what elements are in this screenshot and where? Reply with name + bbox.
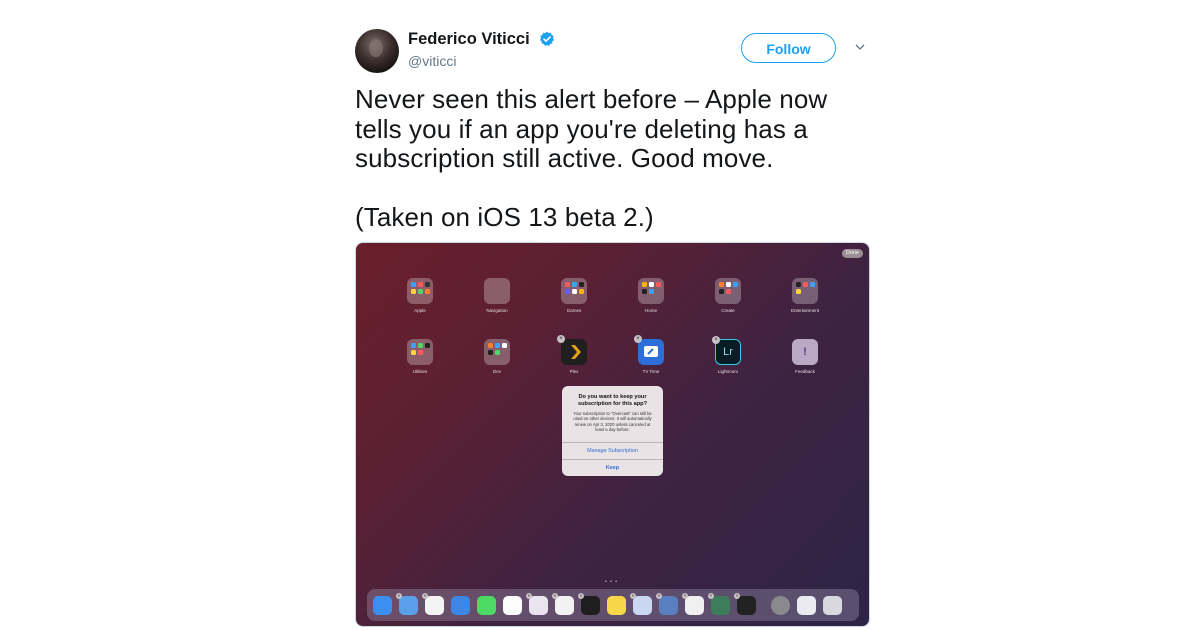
plex-icon: × [557, 335, 587, 365]
folder-icon [715, 278, 741, 304]
folder-icon [484, 339, 510, 365]
feedback-glyph: ! [803, 346, 807, 358]
author-name[interactable]: Federico Viticci [408, 30, 530, 48]
ipad-folder-games: Games [554, 278, 594, 313]
app-library-icon [823, 596, 842, 615]
photos-icon [503, 596, 522, 615]
app-label: Dev [492, 369, 501, 374]
mail-icon [451, 596, 470, 615]
ipad-folder-dev: Dev [477, 339, 517, 374]
tweet-text-paragraph-2: (Taken on iOS 13 beta 2.) [355, 202, 654, 232]
tweet-text-paragraph-1: Never seen this alert before – Apple now… [355, 84, 828, 173]
grid-app-icon: × [708, 593, 730, 615]
app-label: Home [644, 308, 657, 313]
folder-icon [484, 278, 510, 304]
folder-icon [638, 278, 664, 304]
tweet-media-screenshot[interactable]: Done Apple Navigation Games Home Create … [355, 242, 870, 627]
folder-icon [561, 278, 587, 304]
app-label: Lightroom [717, 369, 738, 374]
delete-badge-icon: × [712, 336, 720, 344]
app-label: Navigation [486, 308, 508, 313]
files-icon: × [396, 593, 418, 615]
tweet-text: Never seen this alert before – Apple now… [355, 84, 870, 233]
delete-badge-icon: × [396, 593, 402, 599]
app-label: TV Time [642, 369, 660, 374]
safari-icon [373, 596, 392, 615]
app-label: Feedback [795, 369, 815, 374]
folder-icon [407, 339, 433, 365]
delete-badge-icon: × [422, 593, 428, 599]
folder-icon [792, 278, 818, 304]
delete-badge-icon: × [578, 593, 584, 599]
app-label: Create [721, 308, 735, 313]
ipad-app-tv-time: × TV Time [631, 335, 671, 374]
app-label: Apple [414, 308, 426, 313]
ipad-done-button: Done [841, 249, 863, 258]
delete-badge-icon: × [634, 335, 642, 343]
delete-badge-icon: × [682, 593, 688, 599]
ipad-folder-create: Create [708, 278, 748, 313]
tv-time-icon: × [634, 335, 664, 365]
subscription-alert-dialog: Do you want to keep your subscription fo… [562, 386, 663, 476]
notes-icon [607, 596, 626, 615]
avatar[interactable] [355, 29, 399, 73]
settings-icon [771, 596, 790, 615]
slack-icon: × [526, 593, 548, 615]
delete-badge-icon: × [557, 335, 565, 343]
ipad-app-plex: × Plex [554, 335, 594, 374]
delete-badge-icon: × [708, 593, 714, 599]
app-label: Utilities [412, 369, 428, 374]
app-label: Plex [569, 369, 579, 374]
delete-badge-icon: × [656, 593, 662, 599]
app-label: Games [566, 308, 582, 313]
author-name-row[interactable]: Federico Viticci [408, 30, 555, 49]
reminders-icon: × [422, 593, 444, 615]
ipad-folder-entertainment: Entertainment [785, 278, 825, 313]
chevron-down-icon[interactable] [855, 42, 865, 52]
timer-icon: × [682, 593, 704, 615]
lightroom-glyph: Lr [723, 346, 733, 358]
follow-button[interactable]: Follow [741, 33, 836, 63]
delete-badge-icon: × [734, 593, 740, 599]
verified-badge-icon [540, 31, 555, 46]
ipad-folder-home: Home [631, 278, 671, 313]
page-indicator: • • • [605, 579, 619, 585]
app-store-icon: × [656, 593, 678, 615]
lightroom-icon: Lr × [712, 336, 741, 365]
ipad-folder-utilities: Utilities [400, 339, 440, 374]
ipad-dock: × × × × × × × × × × [367, 589, 859, 621]
dark-app-icon: × [734, 593, 756, 615]
alert-message: Your subscription to "Overcast" can stil… [573, 411, 652, 432]
scriptable-icon: × [578, 593, 600, 615]
ipad-app-lightroom: Lr × Lightroom [708, 336, 748, 374]
messages-icon [477, 596, 496, 615]
keep-button: Keep [562, 459, 663, 476]
delete-badge-icon: × [552, 593, 558, 599]
ipad-folder-apple: Apple [400, 278, 440, 313]
delete-badge-icon: × [526, 593, 532, 599]
delete-badge-icon: × [630, 593, 636, 599]
app-label: Entertainment [790, 308, 819, 313]
shortcuts-icon: × [630, 593, 652, 615]
testflight-icon [797, 596, 816, 615]
feedback-icon: ! [792, 339, 818, 365]
author-handle[interactable]: @viticci [408, 53, 456, 69]
ia-writer-icon: × [552, 593, 574, 615]
ipad-app-feedback: ! Feedback [785, 339, 825, 374]
alert-title: Do you want to keep your subscription fo… [578, 394, 647, 407]
manage-subscription-button: Manage Subscription [562, 442, 663, 459]
ipad-folder-navigation: Navigation [477, 278, 517, 313]
folder-icon [407, 278, 433, 304]
